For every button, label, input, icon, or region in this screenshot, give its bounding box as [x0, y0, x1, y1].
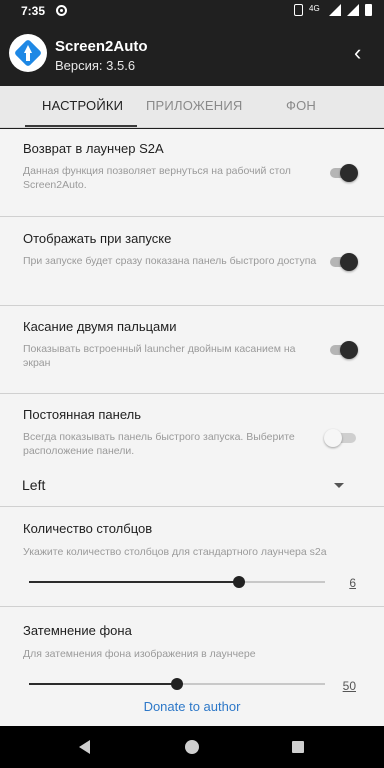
status-icons: 4G: [294, 4, 372, 16]
recents-icon[interactable]: [292, 741, 304, 753]
setting-description: Укажите количество столбцов для стандарт…: [23, 546, 327, 558]
setting-description: Данная функция позволяет вернуться на ра…: [23, 165, 291, 191]
setting-show-on-launch[interactable]: Отображать при запуске При запуске будет…: [0, 217, 384, 305]
tab-indicator: [25, 125, 137, 127]
setting-title: Возврат в лаунчер S2A: [23, 141, 164, 156]
tab-settings[interactable]: НАСТРОЙКИ: [42, 98, 123, 113]
signal-icon: [329, 4, 341, 16]
app-bar: Screen2Auto Версия: 3.5.6 ‹: [0, 24, 384, 86]
toggle-two-finger-tap[interactable]: [324, 341, 360, 359]
app-version: Версия: 3.5.6: [55, 58, 136, 73]
dim-slider[interactable]: [29, 675, 325, 693]
donate-link[interactable]: Donate to author: [0, 696, 384, 726]
setting-title: Количество столбцов: [23, 521, 153, 536]
slider-thumb[interactable]: [171, 678, 183, 690]
columns-slider[interactable]: [29, 573, 325, 591]
toggle-show-on-launch[interactable]: [324, 253, 360, 271]
chevron-left-icon[interactable]: ‹: [354, 42, 370, 64]
panel-position-select[interactable]: Left: [0, 472, 384, 498]
system-nav-bar: [0, 726, 384, 768]
setting-title: Отображать при запуске: [23, 231, 172, 246]
tab-background[interactable]: ФОН: [286, 98, 316, 113]
app-title: Screen2Auto: [55, 38, 148, 55]
setting-description: Всегда показывать панель быстрого запуск…: [23, 431, 295, 457]
tab-bar: НАСТРОЙКИ ПРИЛОЖЕНИЯ ФОН: [0, 86, 384, 128]
select-value: Left: [22, 477, 46, 493]
setting-title: Затемнение фона: [23, 623, 132, 638]
status-time: 7:35: [21, 4, 46, 18]
settings-list[interactable]: Возврат в лаунчер S2A Данная функция поз…: [0, 129, 384, 696]
setting-title: Касание двумя пальцами: [23, 319, 177, 334]
setting-return-launcher[interactable]: Возврат в лаунчер S2A Данная функция поз…: [0, 129, 384, 217]
status-bar: 7:35 4G: [0, 0, 384, 24]
network-type: 4G: [309, 4, 320, 13]
toggle-return-launcher[interactable]: [324, 164, 360, 182]
wifi-signal-icon: [347, 4, 359, 16]
setting-description: Показывать встроенный launcher двойным к…: [23, 343, 296, 369]
battery-icon: [365, 4, 372, 16]
setting-dim-background: Затемнение фона Для затемнения фона изоб…: [0, 607, 384, 696]
back-icon[interactable]: [79, 740, 90, 754]
setting-permanent-panel[interactable]: Постоянная панель Всегда показывать пане…: [0, 394, 384, 472]
setting-description: При запуске будет сразу показана панель …: [23, 255, 317, 267]
vibrate-icon: [294, 4, 303, 16]
app-logo: [9, 34, 47, 72]
setting-title: Постоянная панель: [23, 407, 141, 422]
setting-columns: Количество столбцов Укажите количество с…: [0, 507, 384, 605]
toggle-permanent-panel[interactable]: [324, 429, 360, 447]
sync-icon: [56, 5, 67, 16]
home-icon[interactable]: [185, 740, 199, 754]
tab-apps[interactable]: ПРИЛОЖЕНИЯ: [146, 98, 243, 113]
dim-value: 50: [342, 679, 356, 693]
setting-two-finger-tap[interactable]: Касание двумя пальцами Показывать встрое…: [0, 306, 384, 394]
setting-description: Для затемнения фона изображения в лаунче…: [23, 648, 256, 660]
dropdown-arrow-icon: [334, 483, 344, 488]
slider-thumb[interactable]: [233, 576, 246, 588]
columns-value: 6: [349, 576, 356, 590]
